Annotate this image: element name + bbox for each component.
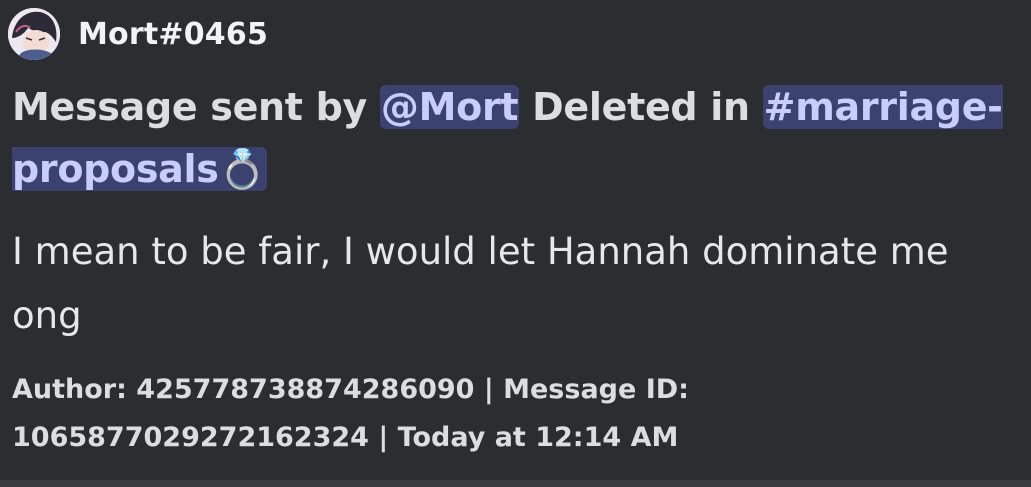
- user-mention[interactable]: @Mort: [379, 85, 520, 129]
- title-prefix: Message sent by: [12, 85, 380, 129]
- message-content: I mean to be fair, I would let Hannah do…: [12, 230, 949, 337]
- embed-footer: Author: 425778738874286090 | Message ID:…: [12, 374, 689, 453]
- author-name[interactable]: Mort#0465: [78, 17, 268, 52]
- avatar-image: [8, 8, 60, 60]
- embed-title: Message sent by @Mort Deleted in #marria…: [12, 76, 1017, 200]
- avatar[interactable]: [8, 8, 60, 60]
- title-middle: Deleted in: [519, 85, 763, 129]
- divider: [0, 480, 1031, 487]
- embed-author: Mort#0465: [8, 8, 268, 60]
- ring-emoji-icon: 💍: [218, 147, 266, 191]
